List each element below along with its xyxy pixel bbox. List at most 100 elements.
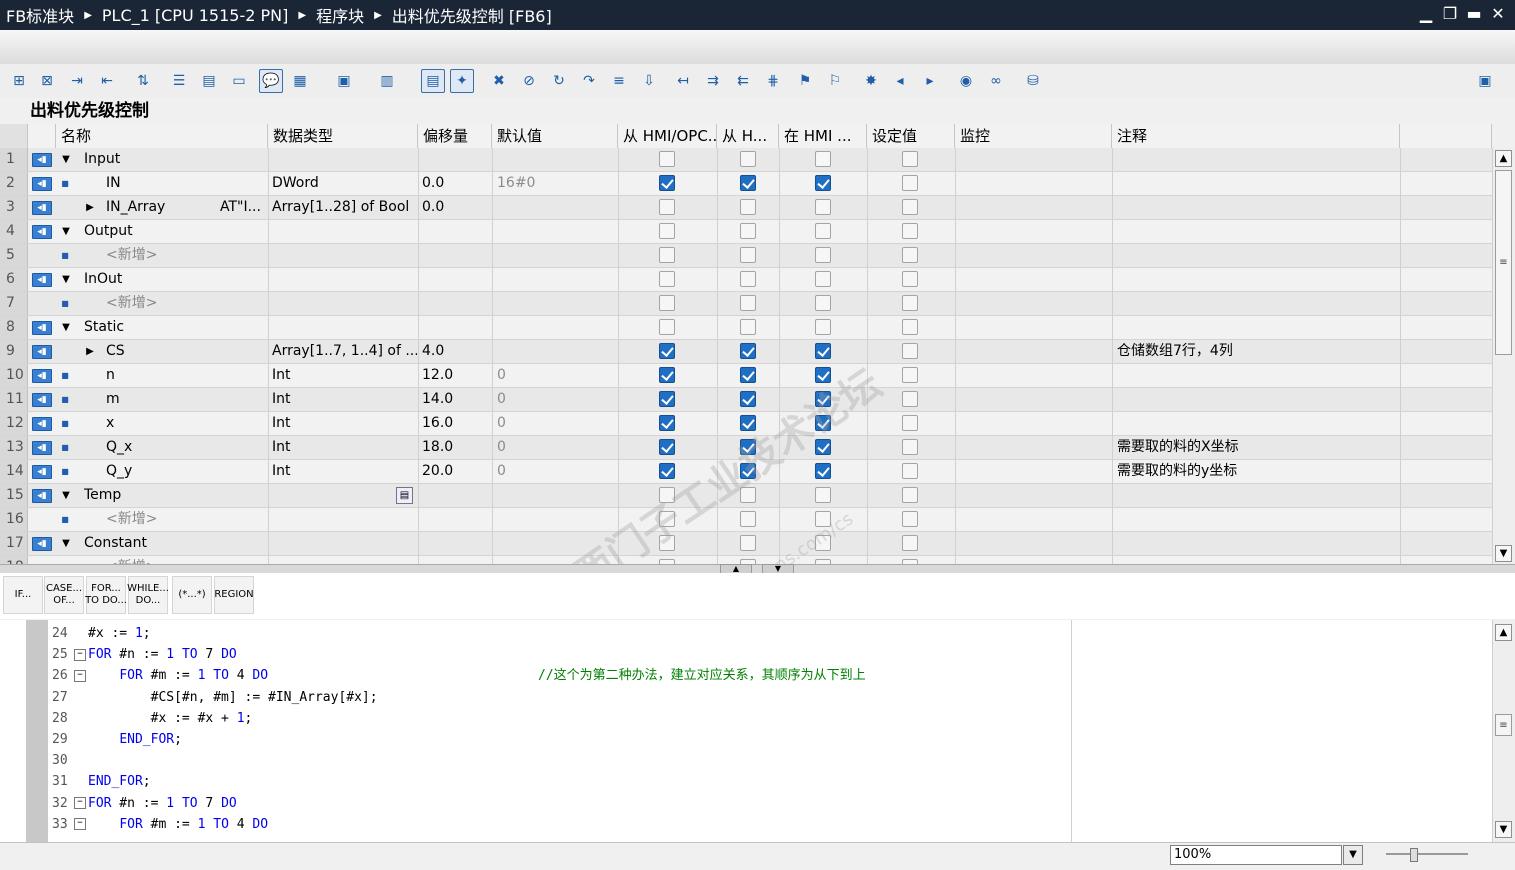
table-row[interactable]: 18 ■ <新增> [0, 556, 1492, 564]
param-name[interactable]: Output [84, 220, 133, 243]
align-right-icon[interactable]: ⇉ [702, 70, 724, 92]
checkbox[interactable] [815, 463, 831, 479]
param-datatype[interactable]: Int [272, 412, 417, 435]
param-datatype[interactable] [272, 220, 417, 243]
checkbox[interactable] [815, 151, 831, 167]
param-datatype[interactable] [272, 556, 417, 564]
param-name[interactable]: IN_Array [106, 196, 165, 219]
checkbox[interactable] [740, 223, 756, 239]
checkbox[interactable] [815, 319, 831, 335]
code-scroll-down-icon[interactable]: ▼ [1495, 821, 1512, 838]
zoom-slider-track[interactable] [1386, 853, 1468, 855]
list-view-icon[interactable]: ☰ [168, 70, 190, 92]
header-monitor[interactable]: 监控 [955, 124, 1112, 148]
zoom-dropdown-icon[interactable]: ▼ [1343, 845, 1363, 865]
checkbox[interactable] [902, 343, 918, 359]
scroll-thumb[interactable]: ≡ [1495, 170, 1512, 355]
table-scrollbar[interactable]: ▲ ≡ ▼ [1492, 148, 1515, 564]
checkbox[interactable] [902, 247, 918, 263]
param-datatype[interactable]: Int [272, 364, 417, 387]
navigation-icon[interactable]: ▥ [376, 70, 398, 92]
collapse-icon[interactable]: ▼ [60, 220, 72, 243]
delete-breakpoint-icon[interactable]: ⊘ [518, 70, 540, 92]
param-name[interactable]: n [106, 364, 115, 387]
checkbox[interactable] [659, 367, 675, 383]
download-icon[interactable]: ⇩ [638, 70, 660, 92]
code-line[interactable]: 27 #CS[#n, #m] := #IN_Array[#x]; [52, 687, 378, 708]
maximize-button[interactable]: ▬ [1465, 4, 1483, 23]
param-default[interactable]: 0 [497, 436, 615, 459]
zoom-select[interactable]: 100% [1170, 845, 1342, 865]
param-comment[interactable] [1117, 412, 1397, 435]
absolute-relative-icon[interactable]: ▤ [421, 69, 445, 93]
param-name[interactable]: IN [106, 172, 121, 195]
param-comment[interactable] [1117, 196, 1397, 219]
monitor-icon[interactable]: ▣ [333, 70, 355, 92]
checkbox[interactable] [740, 247, 756, 263]
param-default[interactable] [497, 484, 615, 507]
checkbox[interactable] [740, 367, 756, 383]
checkbox[interactable] [740, 175, 756, 191]
checkbox[interactable] [659, 199, 675, 215]
align-left-icon[interactable]: ⇇ [732, 70, 754, 92]
checkbox[interactable] [902, 415, 918, 431]
table-row[interactable]: 15 ◂▮ ▼ Temp ▤ [0, 484, 1492, 508]
param-name[interactable]: Static [84, 316, 124, 339]
checkbox[interactable] [815, 295, 831, 311]
header-hmi-writable[interactable]: 从 H... [717, 124, 779, 148]
scl-code-editor[interactable]: 24 #x := 1; 25− FOR #n := 1 TO 7 DO 26− FOR … [0, 620, 1515, 842]
checkbox[interactable] [659, 151, 675, 167]
param-name[interactable]: m [106, 388, 120, 411]
checkbox[interactable] [659, 271, 675, 287]
code-line[interactable]: 29 END_FOR; [52, 729, 182, 750]
checkbox[interactable] [815, 223, 831, 239]
comment-toggle-icon[interactable]: 💬 [259, 69, 283, 93]
header-setpoint[interactable]: 设定值 [867, 124, 955, 148]
checkbox[interactable] [659, 391, 675, 407]
checkbox[interactable] [740, 343, 756, 359]
code-line[interactable]: 25− FOR #n := 1 TO 7 DO [52, 644, 237, 665]
highlight-icon[interactable]: ✦ [450, 69, 474, 93]
scroll-up-icon[interactable]: ▲ [1495, 150, 1512, 167]
new-bookmark-icon[interactable]: ✸ [860, 70, 882, 92]
checkbox[interactable] [740, 463, 756, 479]
param-datatype[interactable]: Int [272, 388, 417, 411]
checkbox[interactable] [659, 343, 675, 359]
checkbox[interactable] [659, 223, 675, 239]
checkbox[interactable] [902, 535, 918, 551]
checkbox[interactable] [902, 295, 918, 311]
checkbox[interactable] [815, 415, 831, 431]
restore-button[interactable]: ❐ [1441, 4, 1459, 23]
panel-layout-icon[interactable]: ▣ [1474, 70, 1496, 92]
code-scroll-up-icon[interactable]: ▲ [1495, 624, 1512, 641]
param-comment[interactable] [1117, 508, 1397, 531]
checkbox[interactable] [740, 511, 756, 527]
table-row[interactable]: 16 ■ <新增> [0, 508, 1492, 532]
param-default[interactable] [497, 508, 615, 531]
fold-toggle-icon[interactable]: − [74, 669, 86, 682]
checkbox[interactable] [659, 319, 675, 335]
table-row[interactable]: 14 ◂▮ ■ Q_y Int 20.0 0 需要取的料的y坐标 [0, 460, 1492, 484]
expand-icon[interactable]: ▶ [84, 340, 96, 363]
param-name[interactable]: InOut [84, 268, 122, 291]
insert-network-icon[interactable]: ▦ [289, 70, 311, 92]
step-over-icon[interactable]: ↷ [578, 70, 600, 92]
checkbox[interactable] [815, 391, 831, 407]
param-comment[interactable] [1117, 172, 1397, 195]
param-datatype[interactable] [272, 244, 417, 267]
checkbox[interactable] [740, 271, 756, 287]
checkbox[interactable] [815, 487, 831, 503]
expand-icon[interactable]: ▶ [84, 196, 96, 219]
header-default[interactable]: 默认值 [492, 124, 618, 148]
checkbox[interactable] [902, 463, 918, 479]
checkbox[interactable] [659, 247, 675, 263]
param-comment[interactable] [1117, 364, 1397, 387]
checkbox[interactable] [902, 151, 918, 167]
type-picker-icon[interactable]: ▤ [396, 487, 413, 504]
param-default[interactable] [497, 220, 615, 243]
checkbox[interactable] [902, 199, 918, 215]
glasses-icon[interactable]: ∞ [985, 70, 1007, 92]
database-icon[interactable]: ⛁ [1022, 70, 1044, 92]
zoom-slider-thumb[interactable] [1410, 848, 1418, 862]
checkbox[interactable] [815, 199, 831, 215]
